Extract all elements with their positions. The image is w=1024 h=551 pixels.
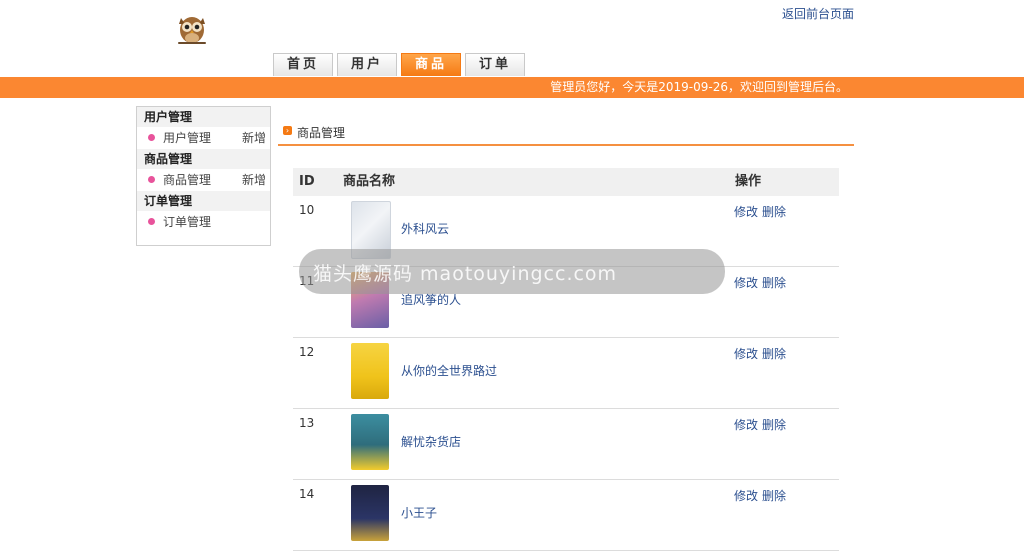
owl-logo-icon [178, 17, 206, 44]
row-operations: 修改 删除 [734, 345, 790, 362]
main-nav: 首页 用户 商品 订单 [273, 53, 525, 76]
row-operations: 修改 删除 [734, 203, 790, 220]
delete-link[interactable]: 删除 [762, 489, 786, 503]
breadcrumb-title: 商品管理 [297, 126, 346, 140]
pink-dot-icon [148, 176, 155, 183]
edit-link[interactable]: 修改 [734, 205, 758, 219]
row-operations: 修改 删除 [734, 416, 790, 433]
book-cover-image [351, 485, 389, 541]
tab-home[interactable]: 首页 [273, 53, 333, 76]
column-id: ID [299, 174, 315, 189]
sidebar-item-label: 用户管理 [163, 131, 212, 145]
back-to-frontend-link[interactable]: 返回前台页面 [782, 5, 854, 22]
pink-dot-icon [148, 218, 155, 225]
orange-square-icon: › [283, 126, 292, 135]
edit-link[interactable]: 修改 [734, 418, 758, 432]
edit-link[interactable]: 修改 [734, 347, 758, 361]
edit-link[interactable]: 修改 [734, 276, 758, 290]
table-header: ID 商品名称 操作 [293, 168, 839, 196]
sidebar-item-order-manage[interactable]: 订单管理 [137, 211, 270, 233]
watermark-banner: 猫头鹰源码 maotouyingcc.com [299, 249, 725, 294]
pink-dot-icon [148, 134, 155, 141]
greeting-text: 管理员您好，今天是2019-09-26，欢迎回到管理后台。 [550, 80, 848, 94]
row-id: 14 [299, 487, 315, 501]
product-name: 从你的全世界路过 [401, 364, 498, 378]
delete-link[interactable]: 删除 [762, 418, 786, 432]
add-product-link[interactable]: 新增 [242, 169, 266, 191]
book-cover-image [351, 343, 389, 399]
sidebar-section-products: 商品管理 [137, 149, 270, 169]
delete-link[interactable]: 删除 [762, 347, 786, 361]
edit-link[interactable]: 修改 [734, 489, 758, 503]
sidebar-section-users: 用户管理 [137, 107, 270, 127]
add-user-link[interactable]: 新增 [242, 127, 266, 149]
tab-users[interactable]: 用户 [337, 53, 397, 76]
row-id: 13 [299, 416, 315, 430]
book-cover-image [351, 414, 389, 470]
sidebar-item-label: 订单管理 [163, 215, 212, 229]
delete-link[interactable]: 删除 [762, 205, 786, 219]
tab-products[interactable]: 商品 [401, 53, 461, 76]
tab-orders[interactable]: 订单 [465, 53, 525, 76]
watermark-text: 猫头鹰源码 maotouyingcc.com [313, 263, 618, 285]
sidebar-section-orders: 订单管理 [137, 191, 270, 211]
row-id: 12 [299, 345, 315, 359]
table-row: 12 从你的全世界路过 修改 删除 [293, 338, 839, 409]
sidebar-item-user-manage[interactable]: 用户管理 新增 [137, 127, 270, 149]
product-name: 小王子 [401, 506, 438, 520]
row-id: 10 [299, 203, 315, 217]
product-table: ID 商品名称 操作 10 外科风云 修改删除 11 追风筝的人 修改删除 12… [293, 168, 839, 551]
sidebar: 用户管理 用户管理 新增 商品管理 商品管理 新增 订单管理 订单管理 [136, 106, 271, 246]
column-operations: 操作 [735, 174, 762, 189]
column-name: 商品名称 [343, 174, 396, 189]
product-name: 外科风云 [401, 222, 450, 236]
table-row: 13 解忧杂货店 修改 删除 [293, 409, 839, 480]
row-operations: 修改 删除 [734, 487, 790, 504]
delete-link[interactable]: 删除 [762, 276, 786, 290]
breadcrumb: › 商品管理 [278, 123, 854, 146]
sidebar-item-label: 商品管理 [163, 173, 212, 187]
row-operations: 修改 删除 [734, 274, 790, 291]
sidebar-item-product-manage[interactable]: 商品管理 新增 [137, 169, 270, 191]
product-name: 解忧杂货店 [401, 435, 462, 449]
orange-banner: 管理员您好，今天是2019-09-26，欢迎回到管理后台。 [0, 77, 1024, 98]
table-row: 14 小王子 修改 删除 [293, 480, 839, 551]
